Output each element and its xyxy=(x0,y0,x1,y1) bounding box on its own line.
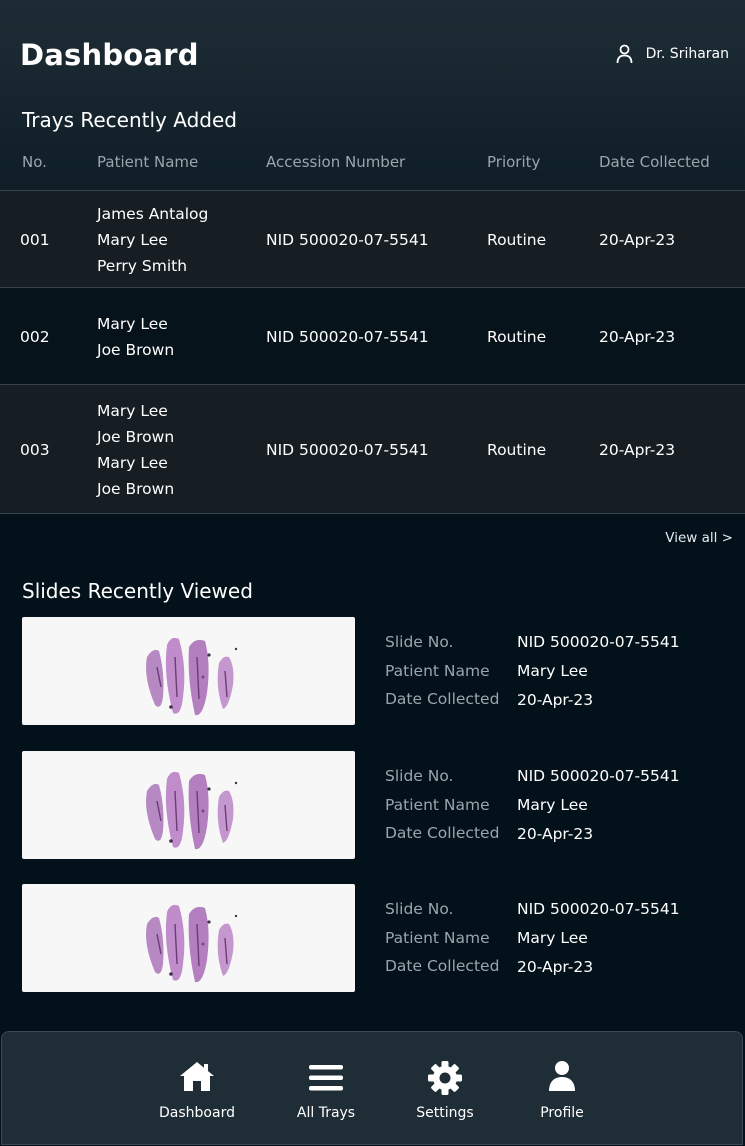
patient-name: Mary Lee xyxy=(97,401,168,420)
patient-name-label: Patient Name xyxy=(385,929,490,947)
top-bar: Dashboard Dr. Sriharan xyxy=(0,0,745,100)
priority: Routine xyxy=(487,327,547,346)
priority: Routine xyxy=(487,230,547,249)
user-menu[interactable]: Dr. Sriharan xyxy=(616,44,729,64)
patient-name-label: Patient Name xyxy=(385,796,490,814)
bottom-navigation: Dashboard All Trays Settings Profile xyxy=(1,1031,743,1145)
patient-name: Joe Brown xyxy=(97,427,175,446)
patient-names: James Antalog Mary Lee Perry Smith xyxy=(97,201,208,279)
date-collected: 20-Apr-23 xyxy=(599,327,676,346)
patient-name-value: Mary Lee xyxy=(517,796,588,814)
patient-name: Joe Brown xyxy=(97,340,175,359)
slide-no-label: Slide No. xyxy=(385,633,454,651)
patient-name: James Antalog xyxy=(97,204,209,223)
slide-no-value: NID 500020-07-5541 xyxy=(517,633,680,651)
nav-label: Profile xyxy=(540,1105,584,1121)
patient-name-value: Mary Lee xyxy=(517,929,588,947)
slide-card[interactable]: Slide No. NID 500020-07-5541 Patient Nam… xyxy=(0,617,745,727)
priority: Routine xyxy=(487,440,547,459)
user-name: Dr. Sriharan xyxy=(645,46,729,62)
home-icon xyxy=(180,1062,214,1091)
slide-thumbnail[interactable] xyxy=(22,884,355,992)
column-header-patient-name: Patient Name xyxy=(97,153,199,171)
gear-icon xyxy=(428,1061,462,1095)
patient-name: Perry Smith xyxy=(97,256,188,275)
slide-no-value: NID 500020-07-5541 xyxy=(517,900,680,918)
patient-name: Mary Lee xyxy=(97,230,168,249)
nav-dashboard[interactable]: Dashboard xyxy=(142,1032,252,1142)
nav-all-trays[interactable]: All Trays xyxy=(271,1032,381,1142)
page-title: Dashboard xyxy=(20,38,199,72)
date-collected-label: Date Collected xyxy=(385,690,500,708)
nav-settings[interactable]: Settings xyxy=(390,1032,500,1142)
patient-name: Joe Brown xyxy=(97,479,175,498)
patient-name-label: Patient Name xyxy=(385,662,490,680)
view-all-link[interactable]: View all > xyxy=(665,530,733,546)
menu-icon xyxy=(309,1065,343,1091)
tray-number: 002 xyxy=(20,327,50,346)
table-divider xyxy=(0,513,745,514)
tissue-sample-image xyxy=(146,771,238,850)
slide-thumbnail[interactable] xyxy=(22,751,355,859)
tissue-sample-image xyxy=(146,637,238,716)
date-collected-value: 20-Apr-23 xyxy=(517,825,594,843)
tissue-sample-image xyxy=(146,904,238,983)
table-row[interactable]: 001 James Antalog Mary Lee Perry Smith N… xyxy=(0,190,745,288)
table-row[interactable]: 003 Mary Lee Joe Brown Mary Lee Joe Brow… xyxy=(0,384,745,514)
tray-number: 003 xyxy=(20,440,50,459)
slide-no-label: Slide No. xyxy=(385,900,454,918)
nav-label: All Trays xyxy=(296,1105,356,1121)
nav-label: Settings xyxy=(416,1105,474,1121)
date-collected-label: Date Collected xyxy=(385,824,500,842)
nav-label: Dashboard xyxy=(159,1105,235,1121)
accession-number: NID 500020-07-5541 xyxy=(266,440,429,459)
column-header-date-collected: Date Collected xyxy=(599,153,710,171)
patient-names: Mary Lee Joe Brown xyxy=(97,311,174,363)
date-collected: 20-Apr-23 xyxy=(599,440,676,459)
trays-table-header: No. Patient Name Accession Number Priori… xyxy=(0,150,745,190)
dashboard-screen: Dashboard Dr. Sriharan Trays Recently Ad… xyxy=(0,0,745,1146)
slide-thumbnail[interactable] xyxy=(22,617,355,725)
user-icon xyxy=(549,1061,575,1091)
nav-profile[interactable]: Profile xyxy=(507,1032,617,1142)
slide-card[interactable]: Slide No. NID 500020-07-5541 Patient Nam… xyxy=(0,751,745,861)
date-collected-value: 20-Apr-23 xyxy=(517,958,594,976)
user-outline-icon xyxy=(616,44,633,64)
accession-number: NID 500020-07-5541 xyxy=(266,230,429,249)
patient-names: Mary Lee Joe Brown Mary Lee Joe Brown xyxy=(97,398,174,502)
table-row[interactable]: 002 Mary Lee Joe Brown NID 500020-07-554… xyxy=(0,287,745,385)
patient-name: Mary Lee xyxy=(97,453,168,472)
trays-section-title: Trays Recently Added xyxy=(22,108,237,132)
date-collected: 20-Apr-23 xyxy=(599,230,676,249)
tray-number: 001 xyxy=(20,230,50,249)
slide-no-label: Slide No. xyxy=(385,767,454,785)
date-collected-label: Date Collected xyxy=(385,957,500,975)
patient-name-value: Mary Lee xyxy=(517,662,588,680)
slides-section-title: Slides Recently Viewed xyxy=(22,579,253,603)
column-header-accession-number: Accession Number xyxy=(266,153,406,171)
slide-no-value: NID 500020-07-5541 xyxy=(517,767,680,785)
accession-number: NID 500020-07-5541 xyxy=(266,327,429,346)
slide-card[interactable]: Slide No. NID 500020-07-5541 Patient Nam… xyxy=(0,884,745,994)
patient-name: Mary Lee xyxy=(97,314,168,333)
date-collected-value: 20-Apr-23 xyxy=(517,691,594,709)
column-header-priority: Priority xyxy=(487,153,541,171)
column-header-no: No. xyxy=(22,153,47,171)
